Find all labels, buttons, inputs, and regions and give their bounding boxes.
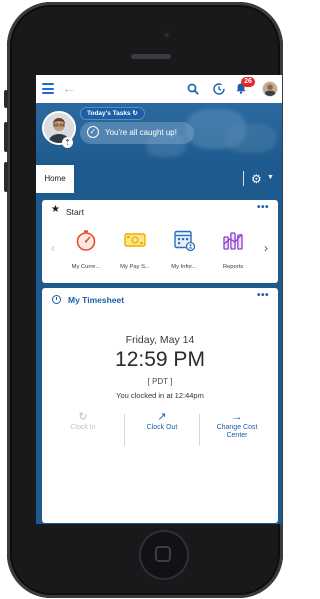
chevron-down-icon[interactable]: ▼ bbox=[267, 174, 274, 181]
timeclock-icon[interactable] bbox=[212, 82, 226, 96]
avatar-upload-badge-icon[interactable]: ⇡ bbox=[62, 137, 73, 148]
phone-volume-down bbox=[4, 162, 8, 192]
tile-label: My Pay S... bbox=[120, 264, 150, 270]
tab-home[interactable]: Home bbox=[36, 165, 74, 193]
tile-my-pay-statements[interactable]: My Pay S... bbox=[113, 228, 157, 270]
timesheet-actions: ↻ Clock In ↗ Clock Out → Change Cost Cen… bbox=[42, 410, 278, 448]
phone-mute-switch bbox=[4, 90, 8, 108]
todays-tasks-chip[interactable]: Today's Tasks ↻ bbox=[81, 108, 144, 119]
app-screen: ← 26 ⇡ Today's Tasks ↻ ✓ You're all caug… bbox=[36, 75, 282, 524]
start-more-menu-button[interactable]: ••• bbox=[257, 202, 269, 213]
back-arrow-icon[interactable]: ← bbox=[62, 80, 76, 96]
current-time: 12:59 PM bbox=[115, 348, 205, 371]
search-icon[interactable] bbox=[186, 82, 200, 96]
tile-label: My Infor... bbox=[171, 264, 197, 270]
home-button[interactable] bbox=[139, 530, 189, 580]
clock-out-label: Clock Out bbox=[146, 424, 178, 431]
hero-banner: ⇡ Today's Tasks ↻ ✓ You're all caught up… bbox=[36, 103, 282, 161]
clocked-in-status: You clocked in at 12:44pm bbox=[116, 391, 204, 400]
refresh-icon: ↻ bbox=[132, 110, 138, 117]
top-app-bar: ← 26 bbox=[36, 75, 282, 103]
todays-tasks-label: Today's Tasks bbox=[87, 110, 131, 117]
clock-out-icon: ↗ bbox=[157, 411, 167, 423]
timezone-label: [ PDT ] bbox=[147, 377, 173, 386]
carousel-right-chevron-icon[interactable]: › bbox=[264, 242, 268, 254]
info-calendar-icon bbox=[174, 230, 196, 252]
tile-label: Reports bbox=[222, 264, 244, 270]
timesheet-title[interactable]: My Timesheet bbox=[68, 295, 124, 305]
tile-my-current[interactable]: My Curre... bbox=[64, 228, 108, 270]
start-card: ★ Start ••• ‹ › My Curre... My Pay S... bbox=[42, 200, 278, 283]
tile-reports[interactable]: Reports bbox=[211, 228, 255, 270]
change-cost-center-button[interactable]: → Change Cost Center bbox=[200, 410, 274, 446]
timesheet-more-menu-button[interactable]: ••• bbox=[257, 290, 269, 301]
star-icon: ★ bbox=[51, 204, 60, 215]
money-icon bbox=[124, 233, 146, 247]
timesheet-card: My Timesheet ••• Friday, May 14 12:59 PM… bbox=[42, 288, 278, 523]
arrow-right-icon: → bbox=[231, 411, 243, 423]
phone-volume-up bbox=[4, 122, 8, 152]
clock-in-icon: ↻ bbox=[78, 411, 88, 423]
tile-my-information[interactable]: My Infor... bbox=[162, 228, 206, 270]
tab-bar: Home ⚙ ▼ bbox=[36, 165, 282, 193]
settings-gear-icon[interactable]: ⚙ bbox=[251, 172, 262, 186]
tile-label: My Curre... bbox=[71, 264, 101, 270]
check-circle-icon: ✓ bbox=[87, 126, 99, 138]
earpiece-speaker bbox=[131, 54, 171, 59]
clock-outline-icon bbox=[52, 295, 61, 304]
front-camera bbox=[163, 31, 171, 39]
menu-icon[interactable] bbox=[42, 83, 54, 94]
tab-divider bbox=[243, 171, 244, 186]
current-date: Friday, May 14 bbox=[125, 334, 195, 346]
user-avatar-small[interactable] bbox=[262, 81, 278, 97]
stopwatch-icon bbox=[76, 230, 96, 251]
clock-in-label: Clock In bbox=[70, 424, 96, 431]
clock-in-button[interactable]: ↻ Clock In bbox=[46, 410, 120, 446]
reports-chart-icon bbox=[223, 232, 243, 250]
start-card-title: Start bbox=[66, 207, 84, 217]
home-button-square-icon bbox=[155, 546, 171, 562]
notification-count-badge: 26 bbox=[241, 77, 255, 87]
clock-out-button[interactable]: ↗ Clock Out bbox=[125, 410, 199, 446]
change-cost-center-label: Change Cost Center bbox=[216, 424, 258, 439]
caught-up-text: You're all caught up! bbox=[105, 128, 177, 137]
carousel-left-chevron-icon[interactable]: ‹ bbox=[51, 242, 55, 254]
